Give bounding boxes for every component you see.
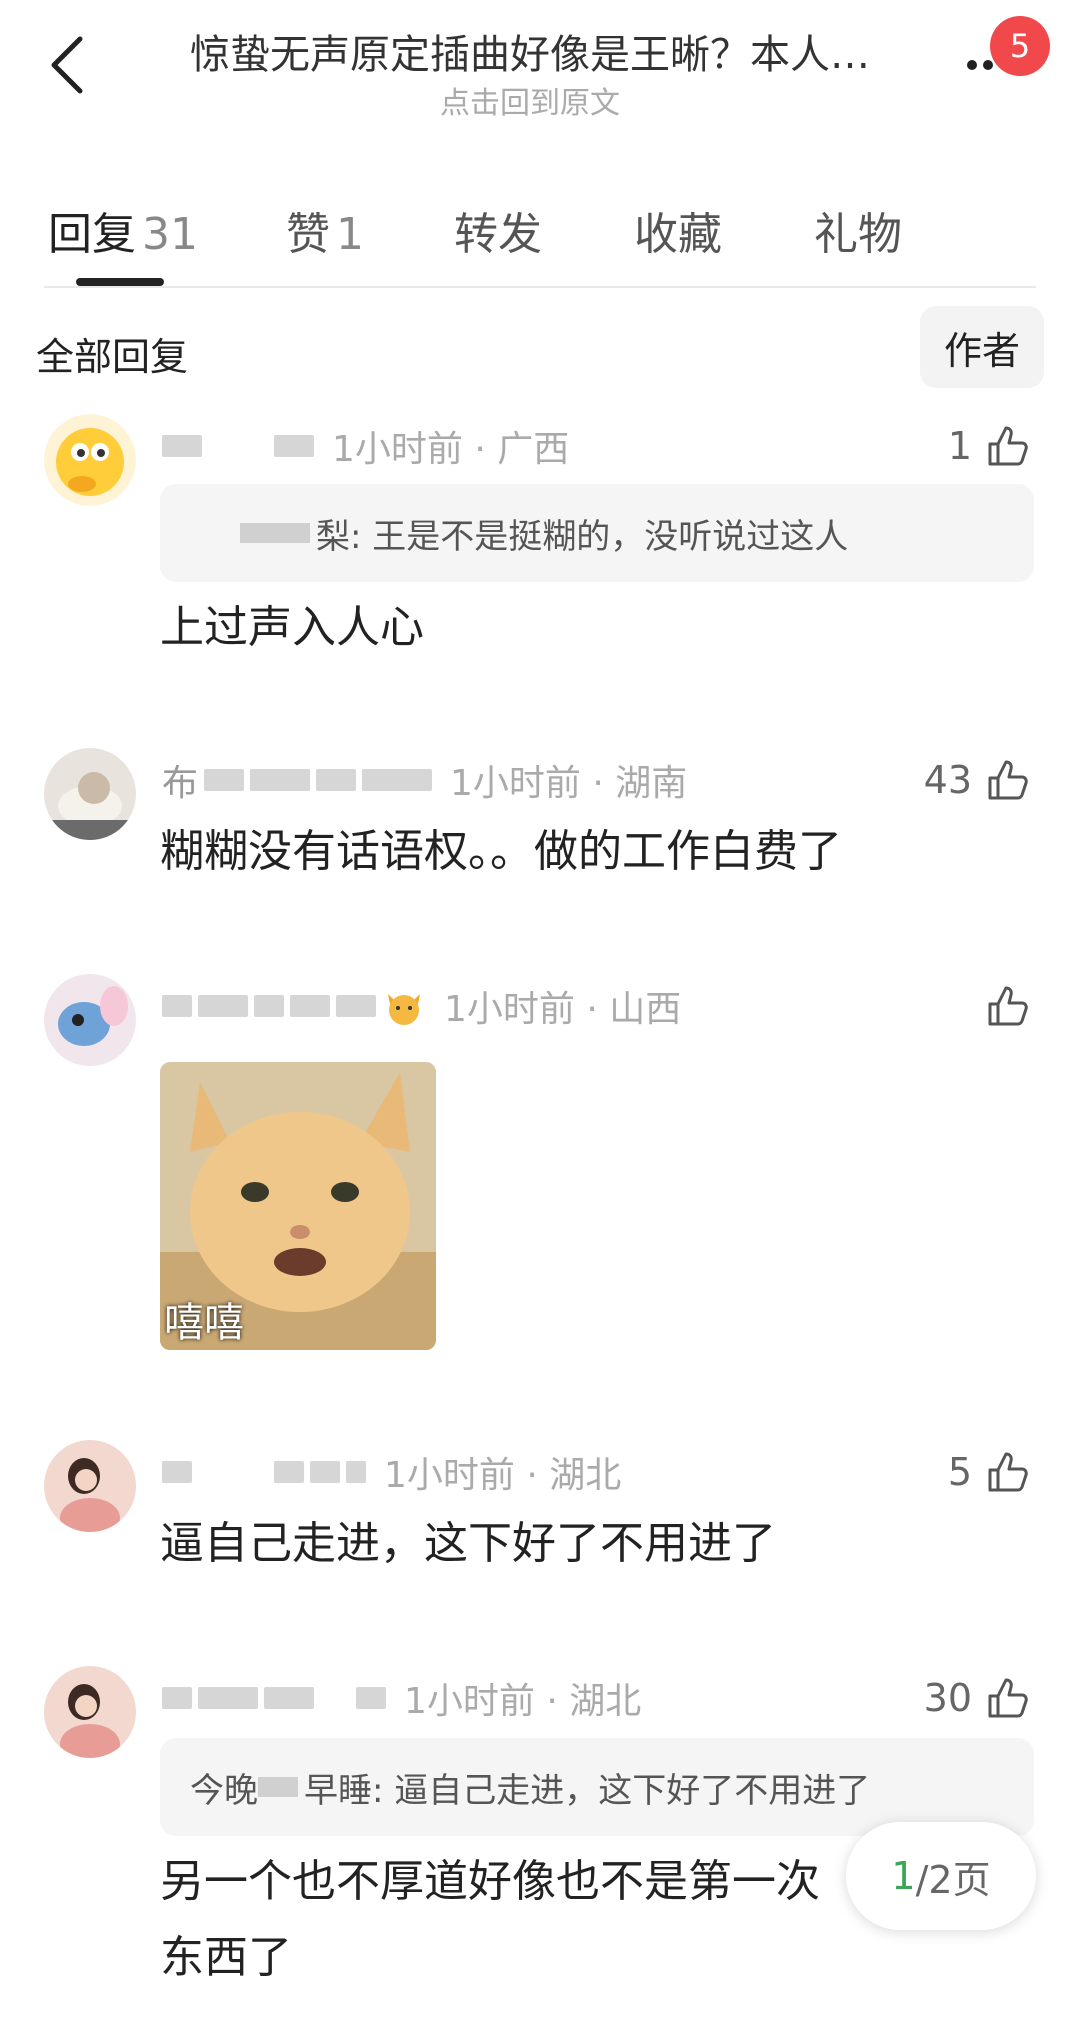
avatar[interactable] — [44, 748, 136, 840]
comment-meta: 1小时前 · 山西 — [162, 976, 681, 1036]
comment-text: 上过声入人心 — [160, 602, 424, 653]
author-filter-button[interactable]: 作者 — [920, 306, 1044, 388]
tab-favorites[interactable]: 收藏 — [634, 198, 722, 262]
quoted-reply[interactable]: 梨: 王是不是挺糊的，没听说过这人 — [160, 484, 1034, 582]
thumbs-up-icon — [988, 986, 1028, 1026]
sticker-caption: 嘻嘻 — [164, 1300, 244, 1346]
comment-text: 逼自己走进，这下好了不用进了 — [160, 1518, 776, 1569]
time-location: 1小时前 · 湖南 — [450, 763, 688, 804]
username[interactable] — [162, 984, 426, 1028]
username[interactable] — [162, 1687, 386, 1709]
avatar[interactable] — [44, 974, 136, 1066]
tab-replies[interactable]: 回复 31 — [48, 198, 198, 262]
tab-reposts[interactable]: 转发 — [454, 198, 542, 262]
username[interactable]: 布 — [162, 754, 433, 806]
like-button[interactable]: 43 — [924, 750, 1032, 810]
notification-badge: 5 — [990, 16, 1050, 76]
current-page: 1 — [891, 1854, 916, 1898]
username[interactable] — [162, 1461, 366, 1483]
back-button[interactable] — [36, 30, 96, 100]
tab-likes[interactable]: 赞1 — [286, 198, 364, 262]
comment-meta: 1小时前 · 湖北 — [162, 1668, 641, 1728]
comment-meta: 1小时前 · 广西 — [162, 416, 569, 476]
like-button[interactable]: 1 — [948, 416, 1032, 476]
all-replies-label: 全部回复 — [36, 335, 189, 379]
like-count: 5 — [947, 1450, 972, 1494]
like-button[interactable]: 5 — [948, 1442, 1032, 1502]
cat-sticker-image[interactable]: 嘻嘻 — [160, 1062, 436, 1350]
tab-bar: 回复 31 赞1 转发 收藏 礼物 — [0, 180, 1080, 290]
comment-text: 另一个也不厚道好像也不是第一次 东西了 — [160, 1856, 820, 1983]
chevron-left-icon — [51, 36, 83, 94]
more-dots-icon — [967, 60, 977, 70]
avatar[interactable] — [44, 1666, 136, 1758]
thumbs-up-icon — [988, 760, 1028, 800]
thumbs-up-icon — [988, 426, 1028, 466]
thumbs-up-icon — [988, 1678, 1028, 1718]
avatar[interactable] — [44, 1440, 136, 1532]
back-to-original-link[interactable]: 点击回到原文 — [140, 78, 920, 122]
comment-meta: 1小时前 · 湖北 — [162, 1442, 621, 1502]
tab-divider — [44, 286, 1036, 288]
like-button[interactable] — [984, 976, 1032, 1036]
time-location: 1小时前 · 山西 — [444, 989, 682, 1030]
active-tab-indicator — [76, 278, 164, 286]
tab-gifts[interactable]: 礼物 — [814, 198, 902, 262]
comment-meta: 布 1小时前 · 湖南 — [162, 750, 687, 810]
comment-text: 糊糊没有话语权。。做的工作白费了 — [160, 826, 842, 877]
time-location: 1小时前 · 湖北 — [404, 1681, 642, 1722]
time-location: 1小时前 · 湖北 — [384, 1455, 622, 1496]
avatar[interactable] — [44, 414, 136, 506]
total-pages: /2页 — [915, 1857, 991, 1902]
page-indicator-button[interactable]: 1/2页 — [846, 1822, 1036, 1930]
post-title[interactable]: 惊蛰无声原定插曲好像是王晰？本人… — [140, 22, 920, 80]
time-location: 1小时前 · 广西 — [332, 429, 570, 470]
thumbs-up-icon — [988, 1452, 1028, 1492]
username[interactable] — [162, 435, 314, 457]
like-button[interactable]: 30 — [924, 1668, 1032, 1728]
like-count: 43 — [923, 758, 972, 802]
like-count: 30 — [923, 1676, 972, 1720]
top-bar: 惊蛰无声原定插曲好像是王晰？本人… 点击回到原文 5 — [0, 0, 1080, 140]
cat-emoji-icon — [388, 994, 420, 1025]
like-count: 1 — [947, 424, 972, 468]
